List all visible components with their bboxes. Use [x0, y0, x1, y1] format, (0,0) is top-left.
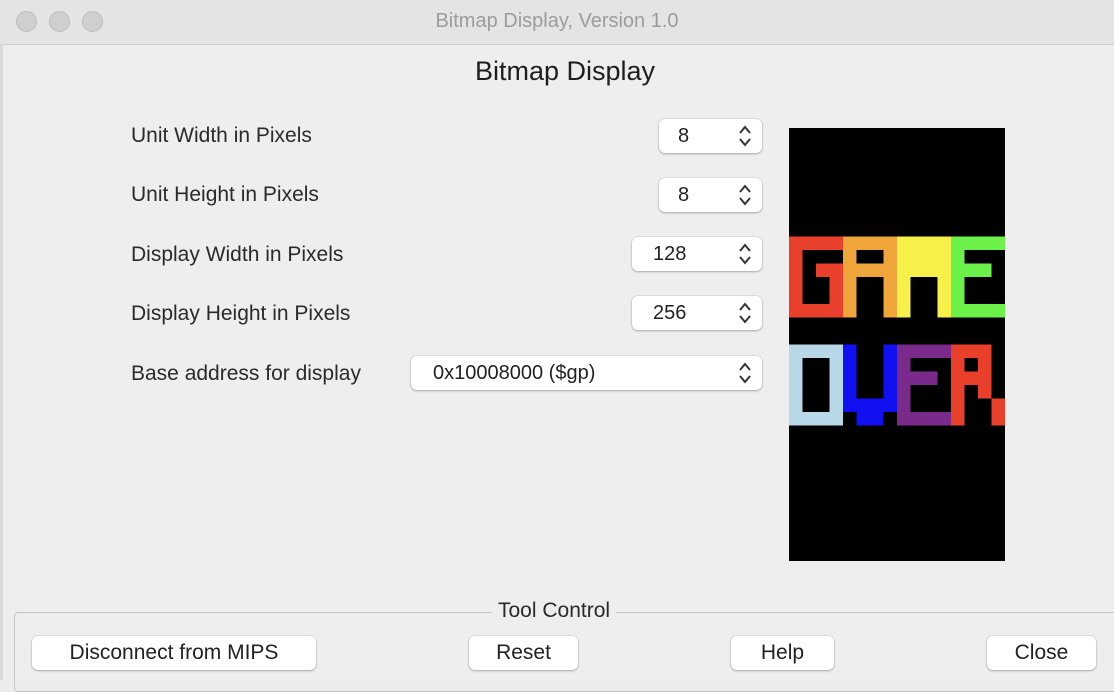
display-width-value: 128 — [653, 243, 687, 265]
updown-chevron-icon — [739, 362, 751, 384]
unit-width-label: Unit Width in Pixels — [131, 124, 312, 147]
window-title: Bitmap Display, Version 1.0 — [435, 10, 679, 32]
title-bar: Bitmap Display, Version 1.0 — [0, 0, 1114, 45]
base-address-label: Base address for display — [131, 362, 361, 385]
close-button[interactable]: Close — [987, 636, 1096, 670]
page-title: Bitmap Display — [474, 56, 656, 86]
updown-chevron-icon — [739, 125, 751, 147]
display-height-label: Display Height in Pixels — [131, 302, 351, 325]
display-width-select[interactable]: 128 — [632, 237, 762, 271]
tool-control-legend: Tool Control — [492, 599, 617, 623]
letter-g — [789, 236, 843, 318]
updown-chevron-icon — [739, 184, 751, 206]
unit-height-select[interactable]: 8 — [659, 178, 762, 212]
window-edge — [0, 44, 3, 680]
base-address-select[interactable]: 0x10008000 ($gp) — [411, 356, 762, 390]
bitmap-display-canvas — [789, 128, 1005, 561]
bitmap-display-window: Bitmap Display, Version 1.0 Bitmap Displ… — [0, 0, 1114, 692]
unit-width-value: 8 — [678, 125, 690, 147]
base-address-value: 0x10008000 ($gp) — [433, 362, 596, 384]
unit-height-value: 8 — [678, 184, 690, 206]
help-button[interactable]: Help — [731, 636, 834, 670]
display-width-label: Display Width in Pixels — [131, 243, 344, 266]
disconnect-from-mips-button[interactable]: Disconnect from MIPS — [32, 636, 316, 670]
unit-width-select[interactable]: 8 — [659, 119, 762, 153]
display-height-value: 256 — [653, 302, 687, 324]
updown-chevron-icon — [739, 302, 751, 324]
reset-button[interactable]: Reset — [469, 636, 578, 670]
updown-chevron-icon — [739, 243, 751, 265]
display-height-select[interactable]: 256 — [632, 296, 762, 330]
unit-height-label: Unit Height in Pixels — [131, 183, 319, 206]
